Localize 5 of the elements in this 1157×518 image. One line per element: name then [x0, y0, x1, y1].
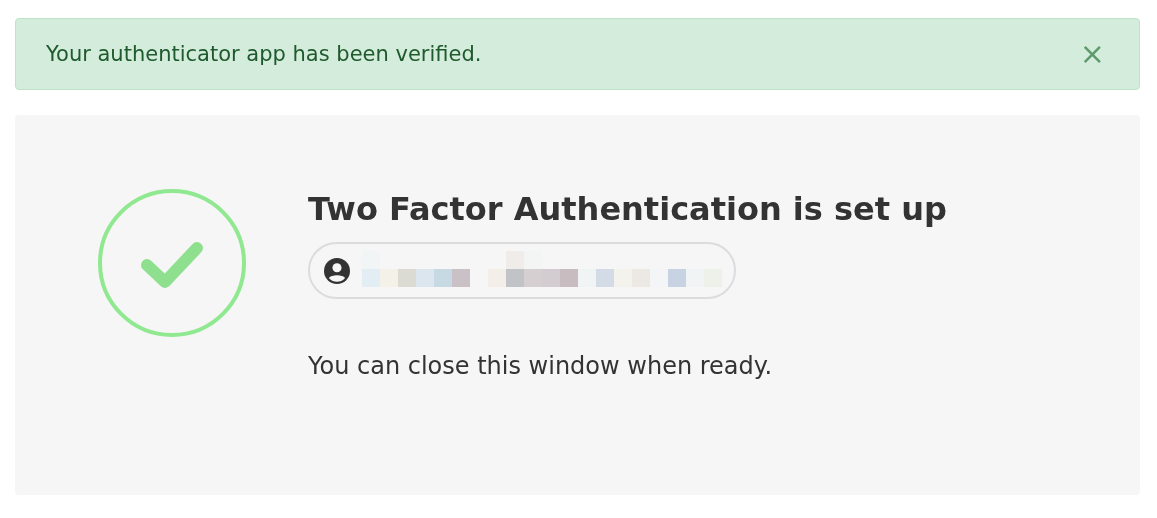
- heading: Two Factor Authentication is set up: [308, 190, 947, 228]
- user-icon: [324, 257, 350, 284]
- close-button[interactable]: ×: [1075, 39, 1109, 69]
- alert-message: Your authenticator app has been verified.: [46, 42, 482, 66]
- instruction-text: You can close this window when ready.: [308, 352, 774, 380]
